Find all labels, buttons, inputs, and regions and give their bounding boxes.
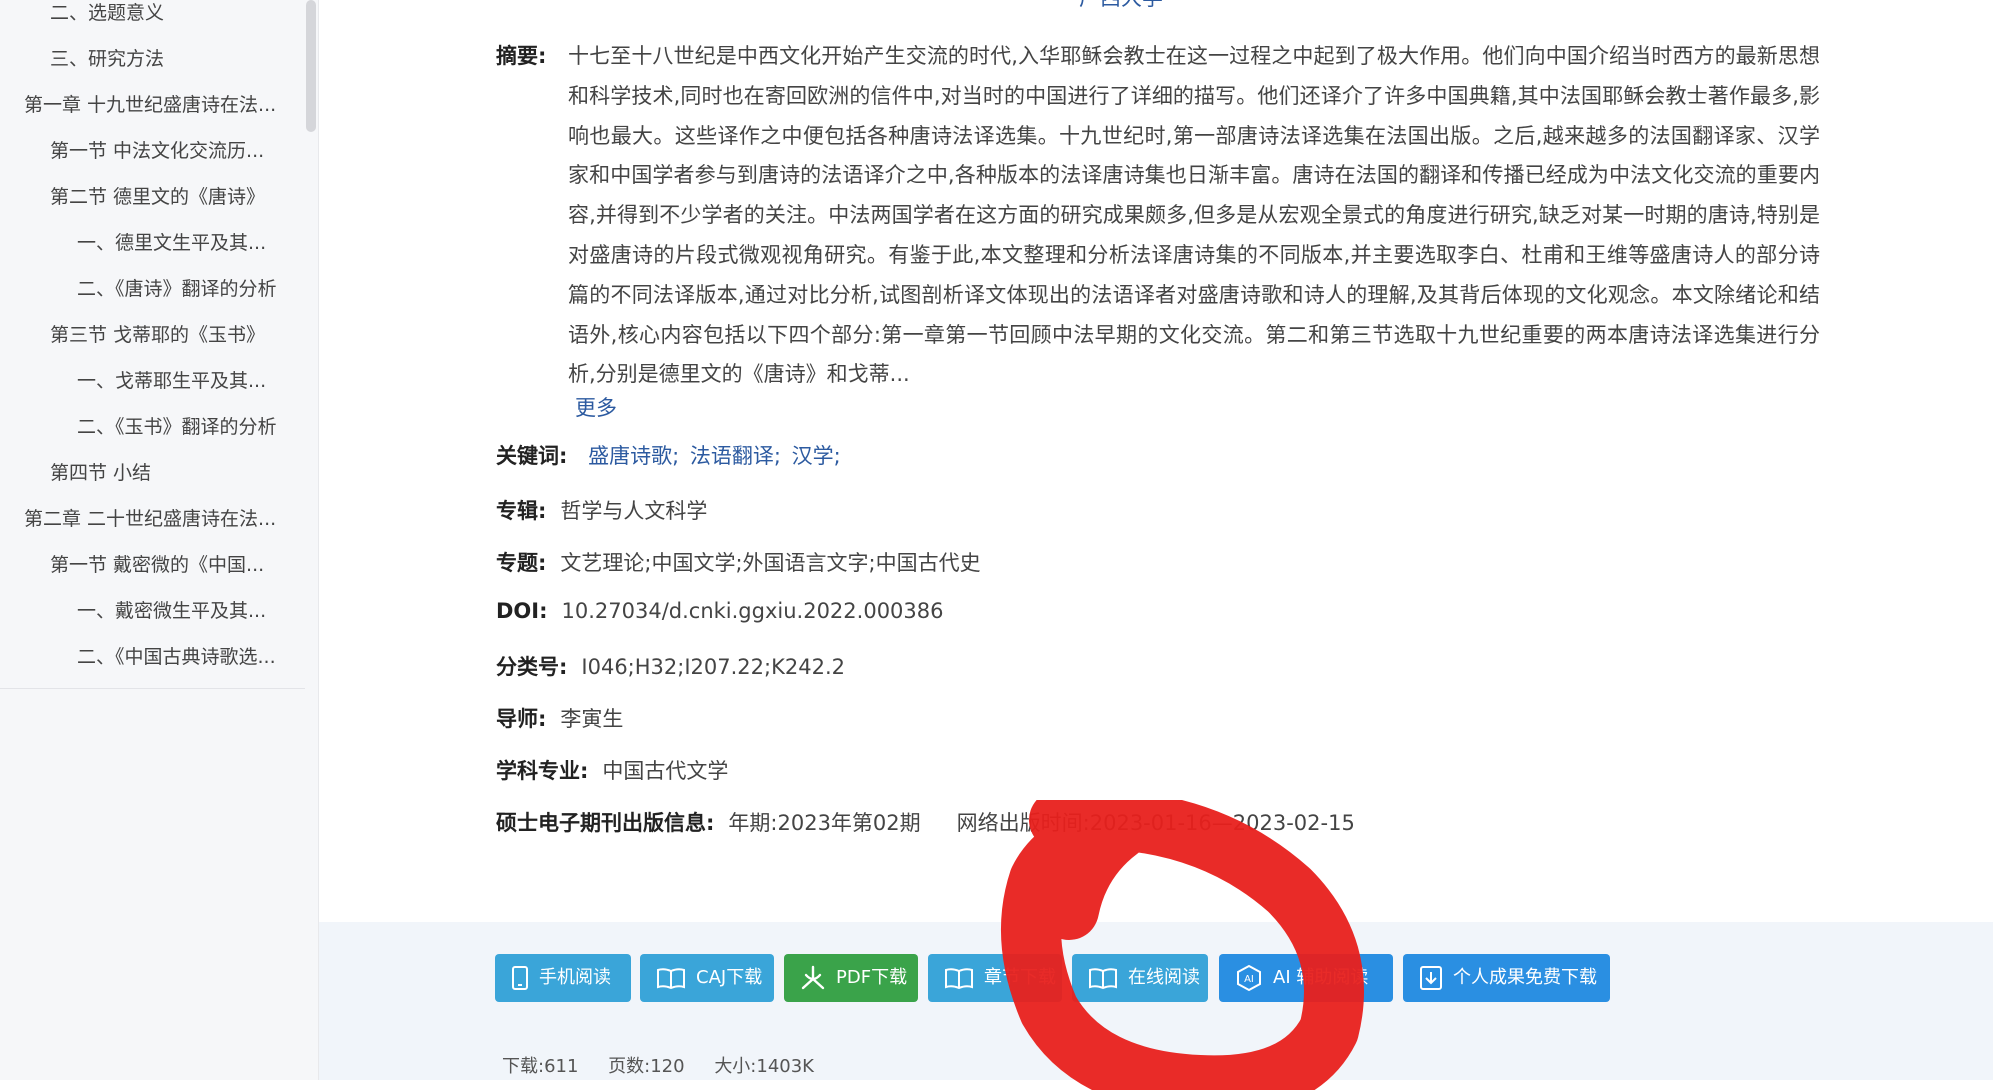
doi-label: DOI:: [496, 599, 548, 623]
toc-item[interactable]: 第一章 十九世纪盛唐诗在法...: [24, 82, 276, 128]
chapter-download-button[interactable]: 章节下载: [928, 954, 1062, 1002]
more-link[interactable]: 更多: [575, 392, 617, 422]
file-size: 大小:1403K: [714, 1056, 814, 1077]
download-icon: [1420, 966, 1442, 990]
topic-value: 文艺理论;中国文学;外国语言文字;中国古代史: [560, 551, 981, 575]
advisor-value: 李寅生: [560, 707, 624, 731]
article-detail: 广西大学 摘要: 十七至十八世纪是中西文化开始产生交流的时代,入华耶稣会教士在这…: [319, 0, 1993, 1090]
mobile-read-button[interactable]: 手机阅读: [495, 954, 631, 1002]
class-number-value: I046;H32;I207.22;K242.2: [581, 655, 845, 679]
major-value: 中国古代文学: [602, 759, 729, 783]
action-bar: 手机阅读 CAJ下载 PDF下载 章节下载 在线阅读 AI AI 辅助阅读 个人成…: [319, 922, 1993, 1080]
book-icon: [657, 968, 685, 990]
pdf-download-button[interactable]: PDF下载: [784, 954, 918, 1002]
keyword-link[interactable]: 汉学;: [792, 444, 841, 468]
book-icon: [1089, 968, 1117, 990]
ai-icon: AI: [1237, 964, 1261, 992]
class-number-row: 分类号: I046;H32;I207.22;K242.2: [496, 651, 845, 681]
pdf-icon: [801, 965, 825, 990]
button-label: AI 辅助阅读: [1273, 967, 1369, 988]
series-label: 专辑:: [496, 499, 547, 523]
topic-label: 专题:: [496, 551, 547, 575]
advisor-label: 导师:: [496, 707, 547, 731]
download-count: 下载:611: [502, 1056, 579, 1077]
publication-online-time: 网络出版时间:2023-01-16—2023-02-15: [956, 811, 1355, 835]
major-label: 学科专业:: [496, 759, 589, 783]
sidebar-scrollbar[interactable]: [306, 0, 316, 132]
major-row: 学科专业: 中国古代文学: [496, 755, 728, 785]
button-label: 在线阅读: [1128, 967, 1200, 988]
class-number-label: 分类号:: [496, 655, 568, 679]
table-of-contents: 二、选题意义 三、研究方法 第一章 十九世纪盛唐诗在法... 第一节 中法文化交…: [0, 0, 305, 689]
phone-icon: [512, 966, 528, 990]
online-read-button[interactable]: 在线阅读: [1072, 954, 1208, 1002]
button-label: PDF下载: [836, 967, 908, 988]
personal-free-download-button[interactable]: 个人成果免费下载: [1403, 954, 1610, 1002]
toc-item[interactable]: 第二节 德里文的《唐诗》: [50, 174, 265, 220]
toc-item[interactable]: 三、研究方法: [50, 36, 164, 82]
toc-item[interactable]: 二、《唐诗》翻译的分析: [77, 266, 277, 312]
publication-issue: 年期:2023年第02期: [728, 811, 921, 835]
toc-item[interactable]: 二、《玉书》翻译的分析: [77, 404, 277, 450]
series-row: 专辑: 哲学与人文科学: [496, 495, 707, 525]
toc-item[interactable]: 第一节 戴密微的《中国...: [50, 542, 264, 588]
toc-item[interactable]: 第三节 戈蒂耶的《玉书》: [50, 312, 265, 358]
button-label: 个人成果免费下载: [1453, 967, 1597, 988]
advisor-row: 导师: 李寅生: [496, 703, 623, 733]
book-icon: [945, 968, 973, 990]
button-label: 章节下载: [984, 967, 1056, 988]
svg-text:AI: AI: [1244, 974, 1254, 985]
doi-value: 10.27034/d.cnki.ggxiu.2022.000386: [561, 599, 944, 623]
doi-row: DOI: 10.27034/d.cnki.ggxiu.2022.000386: [496, 599, 944, 623]
abstract-label: 摘要:: [496, 44, 547, 68]
keyword-link[interactable]: 法语翻译;: [690, 444, 781, 468]
toc-item[interactable]: 一、戈蒂耶生平及其...: [77, 358, 266, 404]
topic-row: 专题: 文艺理论;中国文学;外国语言文字;中国古代史: [496, 547, 981, 577]
toc-item[interactable]: 一、戴密微生平及其...: [77, 588, 266, 634]
series-value: 哲学与人文科学: [560, 499, 708, 523]
download-stats: 下载:611 页数:120 大小:1403K: [502, 1052, 838, 1078]
publication-row: 硕士电子期刊出版信息: 年期:2023年第02期 网络出版时间:2023-01-16…: [496, 807, 1355, 837]
ai-assisted-read-button[interactable]: AI AI 辅助阅读: [1219, 954, 1393, 1002]
toc-item[interactable]: 一、德里文生平及其...: [77, 220, 266, 266]
keywords-label: 关键词:: [496, 444, 568, 468]
toc-item[interactable]: 二、选题意义: [50, 0, 164, 36]
toc-item[interactable]: 二、《中国古典诗歌选...: [77, 634, 276, 680]
toc-item[interactable]: 第二章 二十世纪盛唐诗在法...: [24, 496, 276, 542]
caj-download-button[interactable]: CAJ下载: [640, 954, 774, 1002]
toc-item[interactable]: 第一节 中法文化交流历...: [50, 128, 264, 174]
institution-link[interactable]: 广西大学: [1079, 0, 1163, 12]
page-count: 页数:120: [608, 1056, 685, 1077]
keywords-row: 关键词: 盛唐诗歌; 法语翻译; 汉学;: [496, 440, 845, 470]
publication-label: 硕士电子期刊出版信息:: [496, 811, 715, 835]
toc-item[interactable]: 第四节 小结: [50, 450, 151, 496]
keyword-link[interactable]: 盛唐诗歌;: [588, 444, 679, 468]
abstract-text: 十七至十八世纪是中西文化开始产生交流的时代,入华耶稣会教士在这一过程之中起到了极…: [568, 44, 1820, 387]
sidebar-toc-panel: 二、选题意义 三、研究方法 第一章 十九世纪盛唐诗在法... 第一节 中法文化交…: [0, 0, 319, 1080]
button-label: CAJ下载: [696, 967, 763, 988]
button-label: 手机阅读: [539, 967, 611, 988]
